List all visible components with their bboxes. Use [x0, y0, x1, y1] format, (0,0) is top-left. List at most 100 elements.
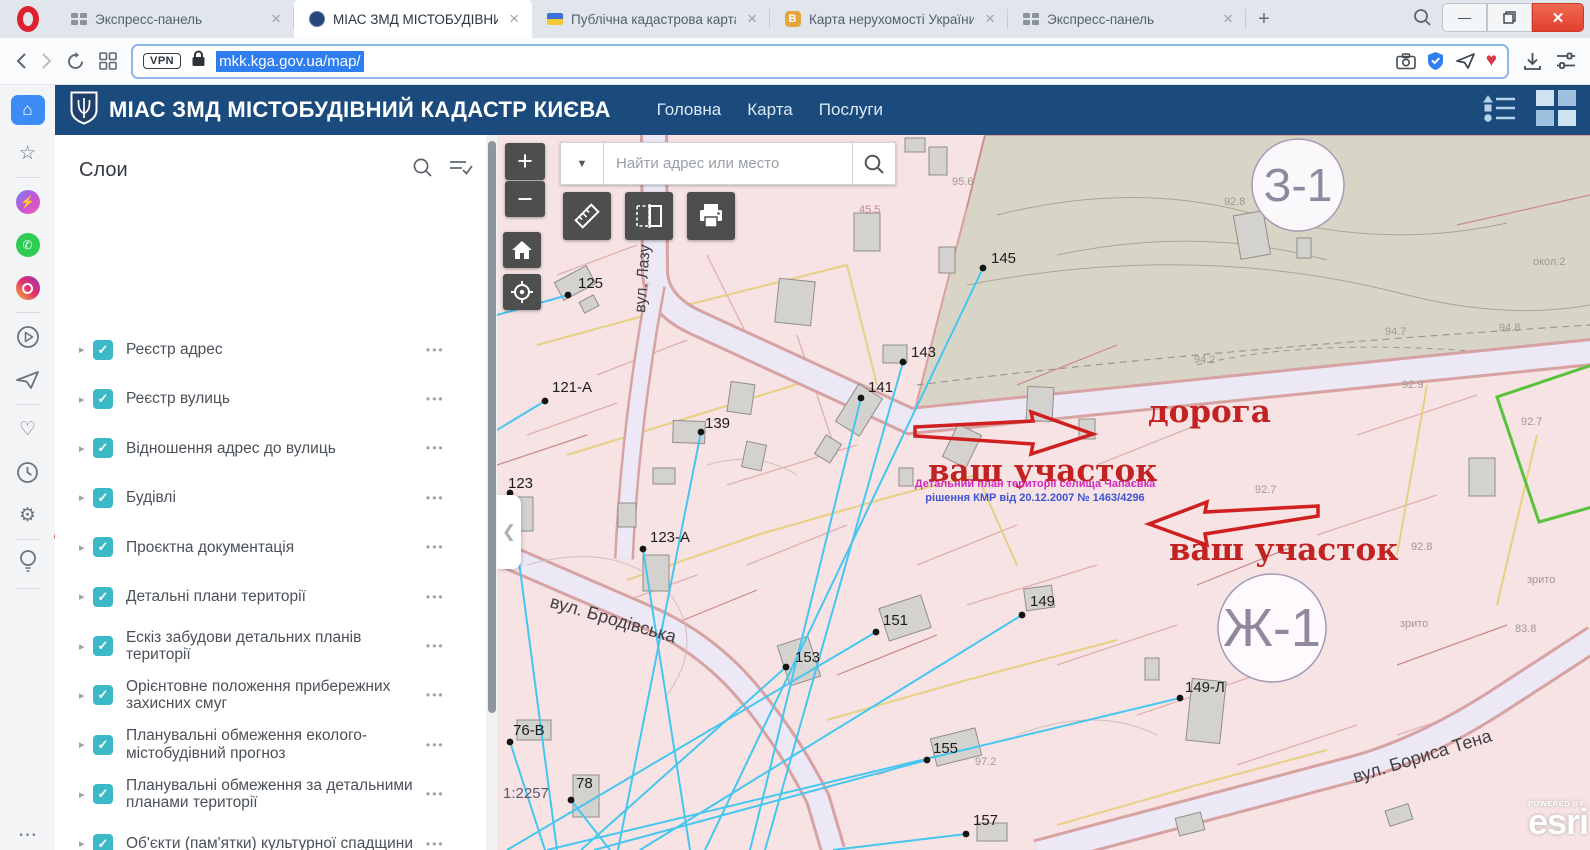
layer-search-icon[interactable]: [412, 157, 433, 183]
vpn-badge[interactable]: VPN: [143, 53, 181, 69]
download-icon[interactable]: [1523, 52, 1542, 71]
bookmark-heart-icon[interactable]: ♥: [1486, 50, 1497, 72]
layer-menu-icon[interactable]: •••: [426, 491, 459, 505]
more-icon[interactable]: ⋯: [11, 820, 45, 850]
expand-arrow-icon[interactable]: ▸: [79, 640, 93, 653]
layer-item[interactable]: ▸✓Реєстр адрес•••: [55, 325, 485, 374]
heart-icon[interactable]: ♡: [11, 414, 45, 444]
layer-checkbox[interactable]: ✓: [93, 735, 113, 755]
history-icon[interactable]: [11, 457, 45, 487]
layer-menu-icon[interactable]: •••: [426, 441, 459, 455]
layer-item[interactable]: ▸✓Ескіз забудови детальних планів терито…: [55, 621, 485, 670]
layer-checkbox[interactable]: ✓: [93, 389, 113, 409]
layer-menu-icon[interactable]: •••: [426, 540, 459, 554]
measure-tool-button[interactable]: [563, 192, 611, 240]
player-icon[interactable]: [11, 322, 45, 352]
send-to-flow-icon[interactable]: [1455, 52, 1476, 70]
map-canvas[interactable]: З-1Ж-1 95.645.592.894.794.894.292.992.79…: [497, 135, 1590, 850]
layer-checkbox[interactable]: ✓: [93, 488, 113, 508]
snapshot-camera-icon[interactable]: [1396, 53, 1416, 70]
settings-icon[interactable]: ⚙: [11, 500, 45, 530]
whatsapp-icon[interactable]: ✆: [11, 230, 45, 260]
zoom-out-button[interactable]: −: [505, 181, 545, 217]
layer-menu-icon[interactable]: •••: [426, 392, 459, 406]
nav-item-карта[interactable]: Карта: [747, 100, 793, 120]
url-field[interactable]: VPN mkk.kga.gov.ua/map/ ♥: [131, 44, 1509, 79]
speed-dial-grid-icon[interactable]: [99, 52, 117, 70]
layer-menu-icon[interactable]: •••: [426, 639, 459, 653]
tab-close-icon[interactable]: ×: [268, 9, 284, 29]
expand-arrow-icon[interactable]: ▸: [79, 393, 93, 406]
expand-arrow-icon[interactable]: ▸: [79, 541, 93, 554]
cadastral-map[interactable]: З-1Ж-1 95.645.592.894.794.894.292.992.79…: [497, 135, 1590, 850]
tune-settings-icon[interactable]: [1556, 52, 1576, 70]
browser-tab[interactable]: Экспресс-панель×: [56, 0, 294, 38]
layer-menu-icon[interactable]: •••: [426, 738, 459, 752]
layer-item[interactable]: ▸✓Планувальні обмеження за детальними пл…: [55, 770, 485, 819]
instagram-icon[interactable]: [11, 273, 45, 303]
reload-icon[interactable]: [66, 52, 85, 71]
expand-arrow-icon[interactable]: ▸: [79, 788, 93, 801]
zoom-in-button[interactable]: +: [505, 143, 545, 180]
forward-icon[interactable]: [41, 52, 52, 70]
opera-logo-icon[interactable]: [0, 0, 56, 38]
bookmarks-star-icon[interactable]: ☆: [11, 138, 45, 168]
url-text[interactable]: mkk.kga.gov.ua/map/: [216, 51, 363, 72]
tab-close-icon[interactable]: ×: [982, 9, 998, 29]
layer-menu-icon[interactable]: •••: [426, 787, 459, 801]
new-tab-button[interactable]: +: [1246, 0, 1282, 38]
search-source-dropdown[interactable]: ▼: [560, 142, 604, 185]
layer-menu-icon[interactable]: •••: [426, 688, 459, 702]
swipe-tool-button[interactable]: [625, 192, 673, 240]
legend-icon[interactable]: [1482, 93, 1516, 128]
hints-icon[interactable]: [11, 549, 45, 579]
search-icon[interactable]: [1413, 8, 1432, 27]
map-search-button[interactable]: [852, 142, 896, 185]
maximize-button[interactable]: [1487, 3, 1532, 32]
layer-checkbox[interactable]: ✓: [93, 834, 113, 850]
layer-menu-icon[interactable]: •••: [426, 590, 459, 604]
expand-arrow-icon[interactable]: ▸: [79, 442, 93, 455]
layer-item[interactable]: ▸✓Реєстр вулиць•••: [55, 374, 485, 423]
browser-tab[interactable]: Публічна кадастрова карта×: [532, 0, 770, 38]
layers-scrollbar[interactable]: [486, 135, 497, 850]
minimize-button[interactable]: —: [1442, 3, 1487, 32]
panel-collapse-button[interactable]: ❮: [497, 495, 521, 569]
expand-arrow-icon[interactable]: ▸: [79, 738, 93, 751]
basemap-grid-icon[interactable]: [1536, 90, 1576, 131]
layer-checkbox[interactable]: ✓: [93, 587, 113, 607]
browser-tab[interactable]: ВКарта нерухомості України×: [770, 0, 1008, 38]
tab-close-icon[interactable]: ×: [744, 9, 760, 29]
browser-tab[interactable]: Экспресс-панель×: [1008, 0, 1246, 38]
browser-tab[interactable]: МІАС ЗМД МІСТОБУДІВНИЙ×: [294, 0, 532, 38]
layer-item[interactable]: ▸✓Будівлі•••: [55, 473, 485, 522]
layer-item[interactable]: ▸✓Детальні плани території•••: [55, 572, 485, 621]
back-icon[interactable]: [16, 52, 27, 70]
layer-item[interactable]: ▸✓Відношення адрес до вулиць•••: [55, 424, 485, 473]
layer-item[interactable]: ▸✓Орієнтовне положення прибережних захис…: [55, 671, 485, 720]
home-extent-button[interactable]: [503, 232, 541, 268]
tab-close-icon[interactable]: ×: [506, 9, 522, 29]
layer-filter-icon[interactable]: [449, 158, 473, 183]
layer-checkbox[interactable]: ✓: [93, 438, 113, 458]
shield-check-icon[interactable]: [1426, 51, 1445, 71]
expand-arrow-icon[interactable]: ▸: [79, 491, 93, 504]
layer-item[interactable]: ▸✓Об'єкти (пам'ятки) культурної спадщини…: [55, 819, 485, 850]
layer-checkbox[interactable]: ✓: [93, 340, 113, 360]
expand-arrow-icon[interactable]: ▸: [79, 590, 93, 603]
close-button[interactable]: ✕: [1532, 3, 1584, 32]
locate-button[interactable]: [503, 274, 541, 310]
layer-menu-icon[interactable]: •••: [426, 343, 459, 357]
home-icon[interactable]: ⌂: [11, 95, 45, 125]
print-tool-button[interactable]: [687, 192, 735, 240]
layer-checkbox[interactable]: ✓: [93, 685, 113, 705]
messenger-icon[interactable]: ⚡: [11, 187, 45, 217]
layer-checkbox[interactable]: ✓: [93, 537, 113, 557]
layer-checkbox[interactable]: ✓: [93, 636, 113, 656]
layer-menu-icon[interactable]: •••: [426, 837, 459, 850]
expand-arrow-icon[interactable]: ▸: [79, 343, 93, 356]
layer-item[interactable]: ▸✓Планувальні обмеження еколого-містобуд…: [55, 720, 485, 769]
my-flow-icon[interactable]: [11, 365, 45, 395]
layer-checkbox[interactable]: ✓: [93, 784, 113, 804]
nav-item-головна[interactable]: Головна: [657, 100, 722, 120]
